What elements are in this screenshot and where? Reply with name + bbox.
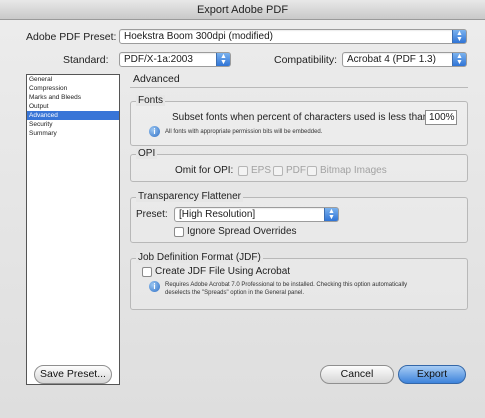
export-dialog: Adobe PDF Preset: Hoekstra Boom 300dpi (… — [0, 20, 485, 418]
jdf-note-line-1: Requires Adobe Acrobat 7.0 Professional … — [165, 282, 408, 288]
select-arrows-icon: ▲ ▼ — [324, 208, 338, 221]
fonts-note: All fonts with appropriate permission bi… — [165, 129, 323, 135]
ignore-spread-overrides-label: Ignore Spread Overrides — [187, 226, 297, 237]
flattener-preset-select[interactable]: [High Resolution] ▲ ▼ — [174, 207, 339, 222]
preset-value: Hoekstra Boom 300dpi (modified) — [124, 31, 273, 42]
compatibility-label: Compatibility: — [274, 54, 338, 66]
sidebar-item-output[interactable]: Output — [27, 102, 119, 111]
standard-label: Standard: — [63, 54, 109, 66]
bitmap-images-checkbox[interactable] — [307, 166, 317, 176]
info-icon: i — [149, 126, 160, 137]
window-title: Export Adobe PDF — [0, 0, 485, 20]
subset-percent-value: 100% — [429, 112, 455, 123]
select-arrows-icon: ▲ ▼ — [452, 53, 466, 66]
create-jdf-checkbox[interactable] — [142, 267, 152, 277]
select-arrows-icon: ▲ ▼ — [452, 30, 466, 43]
opi-group-title: OPI — [136, 148, 158, 159]
sidebar-item-compression[interactable]: Compression — [27, 84, 119, 93]
save-preset-button[interactable]: Save Preset... — [34, 365, 112, 384]
export-button[interactable]: Export — [398, 365, 466, 384]
subset-percent-field[interactable]: 100% — [425, 110, 457, 125]
standard-select[interactable]: PDF/X-1a:2003 ▲ ▼ — [119, 52, 231, 67]
info-icon: i — [149, 281, 160, 292]
subset-fonts-label: Subset fonts when percent of characters … — [172, 112, 432, 123]
eps-label: EPS — [251, 165, 272, 176]
transparency-group-title: Transparency Flattener — [136, 191, 244, 202]
fonts-group — [130, 101, 468, 146]
pdf-label: PDF — [286, 165, 306, 176]
jdf-note-line-2: deselects the "Spreads" option in the Ge… — [165, 290, 305, 296]
preset-select[interactable]: Hoekstra Boom 300dpi (modified) ▲ ▼ — [119, 29, 467, 44]
cancel-button[interactable]: Cancel — [320, 365, 394, 384]
sidebar-item-advanced[interactable]: Advanced — [27, 111, 119, 120]
sidebar-item-summary[interactable]: Summary — [27, 129, 119, 138]
eps-checkbox[interactable] — [238, 166, 248, 176]
standard-value: PDF/X-1a:2003 — [124, 54, 193, 65]
pdf-checkbox[interactable] — [273, 166, 283, 176]
create-jdf-label: Create JDF File Using Acrobat — [155, 266, 291, 277]
select-arrows-icon: ▲ ▼ — [216, 53, 230, 66]
fonts-group-title: Fonts — [136, 95, 166, 106]
panel-title: Advanced — [133, 73, 180, 85]
panel-divider — [130, 87, 468, 88]
category-list: General Compression Marks and Bleeds Out… — [26, 74, 120, 385]
sidebar-item-general[interactable]: General — [27, 75, 119, 84]
flattener-preset-label: Preset: — [136, 209, 168, 220]
flattener-preset-value: [High Resolution] — [179, 209, 256, 220]
compatibility-value: Acrobat 4 (PDF 1.3) — [347, 54, 436, 65]
preset-label: Adobe PDF Preset: — [26, 31, 117, 43]
omit-for-opi-label: Omit for OPI: — [175, 165, 234, 176]
ignore-spread-overrides-checkbox[interactable] — [174, 227, 184, 237]
compatibility-select[interactable]: Acrobat 4 (PDF 1.3) ▲ ▼ — [342, 52, 467, 67]
sidebar-item-marks-and-bleeds[interactable]: Marks and Bleeds — [27, 93, 119, 102]
bitmap-images-label: Bitmap Images — [320, 165, 387, 176]
jdf-group-title: Job Definition Format (JDF) — [136, 252, 263, 263]
sidebar-item-security[interactable]: Security — [27, 120, 119, 129]
